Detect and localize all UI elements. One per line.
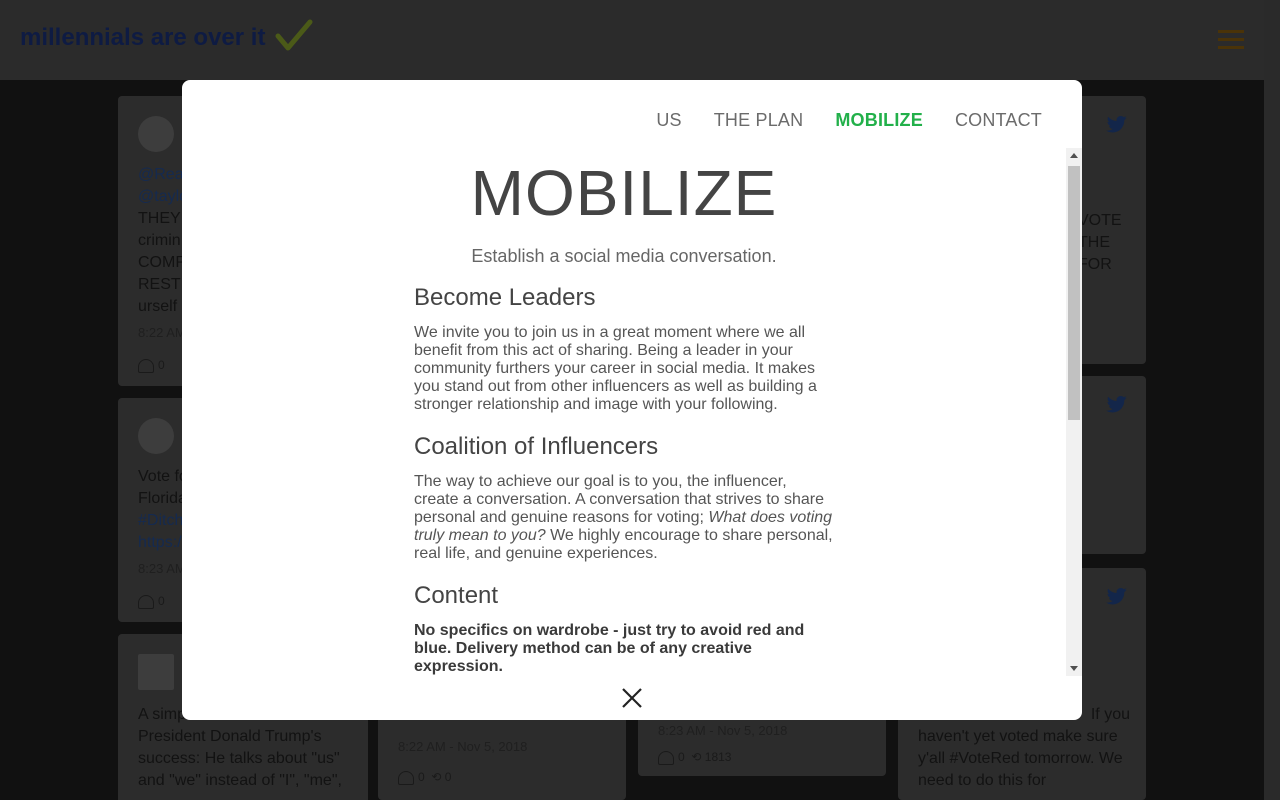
- heart-icon: [138, 594, 154, 609]
- tweet-time: 8:23 AM: [138, 561, 186, 576]
- section-body-coalition: The way to achieve our goal is to you, t…: [414, 473, 833, 562]
- tweet-text-line: and "we" instead of "I", "me",: [138, 772, 342, 789]
- scrollbar-thumb[interactable]: [1068, 166, 1080, 420]
- menu-icon[interactable]: [1218, 30, 1244, 50]
- twitter-icon[interactable]: [1106, 116, 1128, 134]
- tweet-text-line: President Donald Trump's: [138, 728, 322, 745]
- section-heading-become-leaders: Become Leaders: [414, 284, 596, 311]
- checkmark-icon: [275, 19, 313, 51]
- close-icon[interactable]: [620, 686, 644, 710]
- tweet-time: 8:22 AM - Nov 5, 2018: [398, 739, 528, 754]
- tweet-text-line: success: He talks about "us": [138, 750, 340, 767]
- section-body-content: No specifics on wardrobe - just try to a…: [414, 622, 805, 675]
- modal-body[interactable]: MOBILIZE Establish a social media conver…: [182, 148, 1080, 676]
- scroll-down-arrow-icon[interactable]: [1070, 666, 1078, 671]
- like-count[interactable]: 0: [138, 590, 165, 612]
- page-scrollbar[interactable]: [1264, 0, 1280, 800]
- nav-link-mobilize[interactable]: MOBILIZE: [835, 110, 923, 131]
- tweet-text-line: haven't yet voted make sure: [918, 728, 1118, 745]
- like-count[interactable]: 0 ⟲ 1813: [658, 746, 731, 768]
- section-heading-coalition: Coalition of Influencers: [414, 433, 659, 460]
- retweet-icon: ⟲: [431, 770, 442, 784]
- avatar: [138, 654, 174, 690]
- section-body-become-leaders: We invite you to join us in a great mome…: [414, 324, 817, 413]
- tweet-text-line: y'all #VoteRed tomorrow. We: [918, 750, 1123, 767]
- section-heading-content: Content: [414, 582, 499, 609]
- twitter-icon[interactable]: [1106, 396, 1128, 414]
- avatar: [138, 116, 174, 152]
- tweet-time: 8:23 AM - Nov 5, 2018: [658, 723, 788, 738]
- nav-link-the-plan[interactable]: THE PLAN: [714, 110, 804, 131]
- modal-scrollbar[interactable]: [1066, 148, 1082, 676]
- tweet-text-line: THE: [1078, 234, 1110, 251]
- modal-nav: US THE PLAN MOBILIZE CONTACT: [656, 110, 1042, 131]
- mobilize-modal: US THE PLAN MOBILIZE CONTACT MOBILIZE Es…: [182, 80, 1082, 720]
- tweet-text-line: need to do this for: [918, 772, 1047, 789]
- like-count[interactable]: 0 ⟲ 0: [398, 766, 451, 788]
- avatar: [138, 418, 174, 454]
- site-brand[interactable]: millennials are over it: [20, 24, 265, 52]
- page-title: MOBILIZE: [470, 157, 778, 229]
- like-count[interactable]: 0: [138, 354, 165, 376]
- retweet-icon: ⟲: [691, 750, 702, 764]
- scroll-up-arrow-icon[interactable]: [1070, 153, 1078, 158]
- nav-link-us[interactable]: US: [656, 110, 681, 131]
- page-subtitle: Establish a social media conversation.: [471, 246, 777, 266]
- tweet-text-line: VOTE: [1078, 212, 1122, 229]
- twitter-icon[interactable]: [1106, 588, 1128, 606]
- heart-icon: [658, 750, 674, 765]
- heart-icon: [138, 358, 154, 373]
- heart-icon: [398, 770, 414, 785]
- tweet-text-line: FOR: [1078, 256, 1112, 273]
- nav-link-contact[interactable]: CONTACT: [955, 110, 1042, 131]
- site-header: millennials are over it: [0, 0, 1264, 80]
- tweet-time: 8:22 AM: [138, 325, 186, 340]
